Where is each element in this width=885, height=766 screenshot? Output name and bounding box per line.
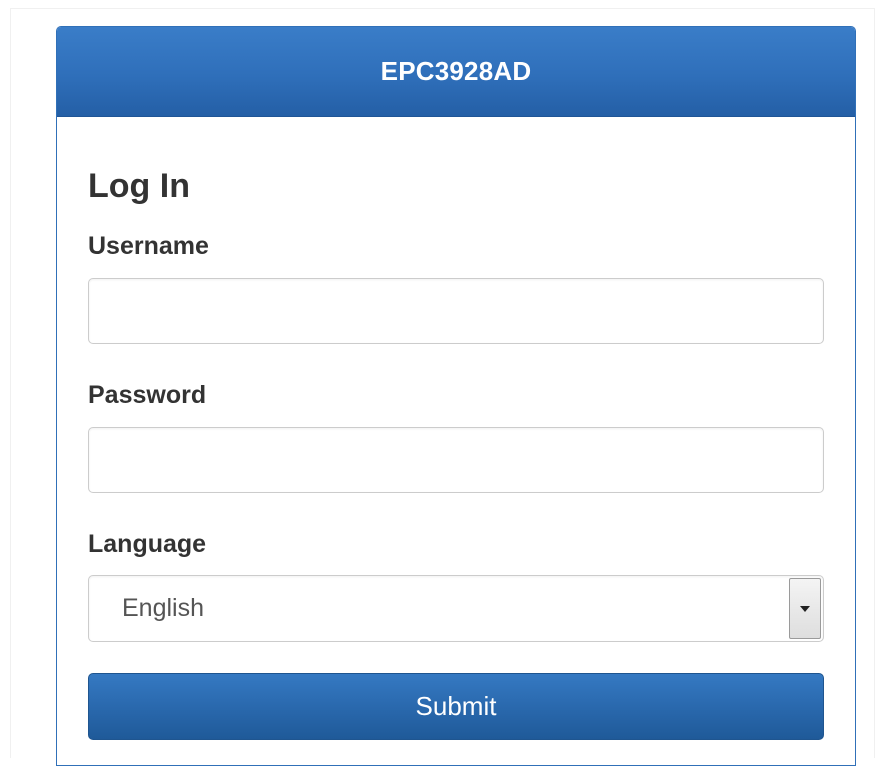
device-title: EPC3928AD bbox=[380, 56, 532, 86]
submit-button[interactable]: Submit bbox=[88, 673, 824, 740]
dropdown-button[interactable] bbox=[789, 578, 821, 639]
language-select[interactable]: English bbox=[88, 575, 824, 642]
panel-header: EPC3928AD bbox=[57, 27, 855, 117]
login-panel: EPC3928AD Log In Username Password Langu… bbox=[56, 26, 856, 766]
username-label: Username bbox=[88, 232, 209, 260]
form-title: Log In bbox=[88, 167, 190, 205]
language-selected-value: English bbox=[122, 594, 204, 622]
password-field[interactable] bbox=[88, 427, 824, 493]
language-label: Language bbox=[88, 530, 207, 558]
username-field[interactable] bbox=[88, 278, 824, 344]
triangle-down-icon bbox=[800, 605, 810, 612]
password-label: Password bbox=[88, 381, 207, 409]
